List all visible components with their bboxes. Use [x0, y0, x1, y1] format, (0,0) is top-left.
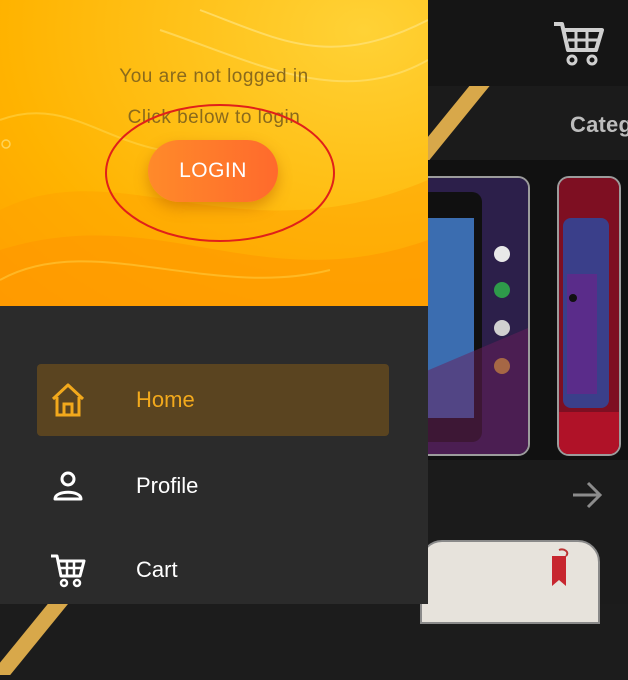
cart-icon[interactable] [552, 18, 604, 66]
person-icon [50, 468, 86, 504]
home-icon [50, 382, 86, 418]
tag-icon [552, 548, 569, 586]
navigation-drawer: You are not logged in Click below to log… [0, 0, 428, 604]
menu-item-label: Home [136, 387, 195, 412]
cart-icon [50, 552, 86, 588]
menu-item-label: Profile [136, 473, 199, 498]
annotation-circle [105, 104, 335, 242]
product-card[interactable] [557, 176, 621, 456]
drawer-menu: Home Profile Cart [0, 306, 428, 604]
product-image [559, 178, 619, 454]
drawer-header: You are not logged in Click below to log… [0, 0, 428, 306]
categories-heading: Categ [570, 112, 628, 137]
arrow-right-icon[interactable] [570, 478, 606, 512]
not-logged-in-message: You are not logged in [119, 66, 309, 87]
menu-item-home[interactable]: Home [37, 364, 389, 436]
product-card[interactable] [420, 540, 600, 624]
menu-item-label: Cart [136, 557, 178, 582]
menu-item-profile[interactable]: Profile [37, 450, 389, 522]
menu-item-cart[interactable]: Cart [37, 534, 389, 606]
